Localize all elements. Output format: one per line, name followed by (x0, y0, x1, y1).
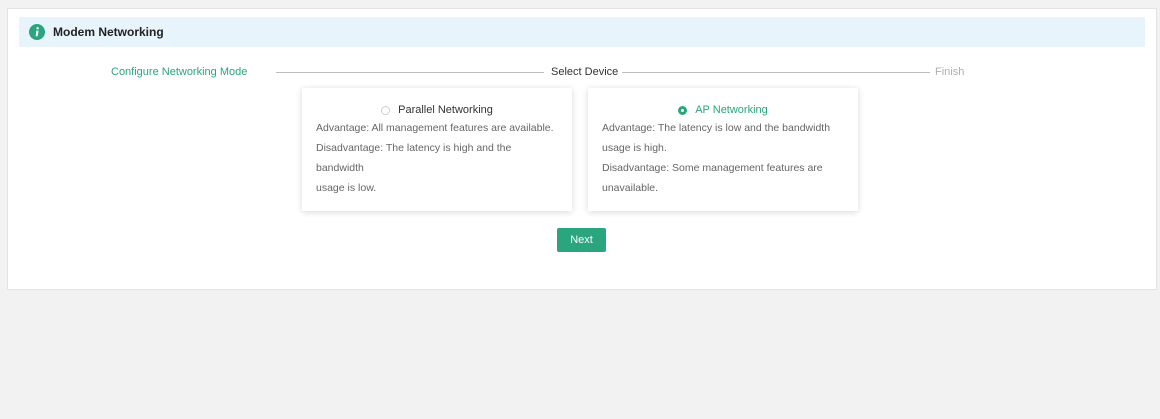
option-description-line: Advantage: All management features are a… (316, 122, 554, 134)
option-description-line: unavailable. (602, 182, 659, 194)
panel-header: Modem Networking (19, 17, 1145, 47)
step-progress: Configure Networking Mode Select Device … (8, 65, 1158, 81)
ap-networking-radio[interactable] (678, 105, 688, 115)
option-card-parallel-networking[interactable]: Parallel Networking Advantage: All manag… (302, 88, 572, 211)
option-description-line: Disadvantage: Some management features a… (602, 162, 823, 174)
parallel-networking-radio[interactable] (381, 105, 391, 115)
option-description-line: usage is high. (602, 142, 667, 154)
step-finish: Finish (935, 66, 965, 78)
option-title: AP Networking (695, 104, 768, 116)
modem-networking-panel: Modem Networking Configure Networking Mo… (7, 8, 1157, 290)
step-select-device: Select Device (551, 66, 619, 78)
option-title-row: Parallel Networking (316, 102, 558, 118)
info-icon (29, 24, 45, 40)
step-connector (622, 72, 930, 73)
option-description-line: Disadvantage: The latency is high and th… (316, 142, 512, 174)
step-configure-networking-mode: Configure Networking Mode (111, 66, 248, 78)
option-card-ap-networking[interactable]: AP Networking Advantage: The latency is … (588, 88, 858, 211)
next-button[interactable]: Next (557, 228, 606, 252)
option-description-line: usage is low. (316, 182, 377, 194)
option-title: Parallel Networking (398, 104, 493, 116)
option-description-line: Advantage: The latency is low and the ba… (602, 122, 831, 134)
page-title: Modem Networking (53, 25, 164, 39)
step-connector (276, 72, 544, 73)
option-title-row: AP Networking (602, 102, 844, 118)
